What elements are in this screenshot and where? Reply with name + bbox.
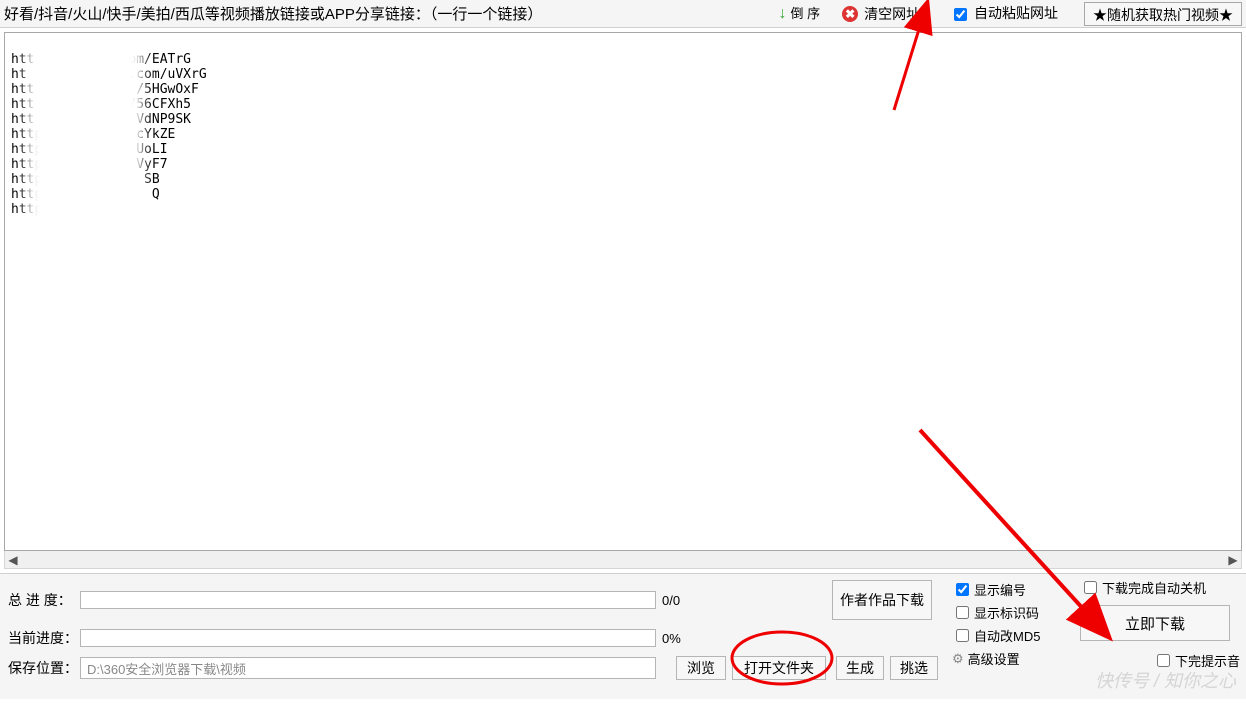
auto-paste-label: 自动粘贴网址 xyxy=(974,5,1058,21)
shutdown-checkbox[interactable]: 下载完成自动关机 xyxy=(1080,578,1240,597)
total-progress-bar xyxy=(80,591,656,609)
random-hot-button[interactable]: ★随机获取热门视频★ xyxy=(1084,2,1242,26)
open-folder-button[interactable]: 打开文件夹 xyxy=(732,656,826,680)
sound-checkbox[interactable]: 下完提示音 xyxy=(1080,651,1240,670)
author-works-button[interactable]: 作者作品下载 xyxy=(832,580,932,620)
current-progress-label: 当前进度： xyxy=(8,628,80,648)
total-progress-value: 0/0 xyxy=(662,593,702,608)
advanced-settings-link[interactable]: ⚙高级设置 xyxy=(952,649,1040,668)
horizontal-scrollbar[interactable]: ◀ ▶ xyxy=(4,551,1242,569)
clear-url-label[interactable]: 清空网址 xyxy=(864,4,920,24)
input-hint-title: 好看/抖音/火山/快手/美拍/西瓜等视频播放链接或APP分享链接：（一行一个链接… xyxy=(4,3,542,24)
options-group: 显示编号 显示标识码 自动改MD5 ⚙高级设置 xyxy=(952,580,1040,668)
generate-button[interactable]: 生成 xyxy=(836,656,884,680)
show-id-checkbox[interactable]: 显示标识码 xyxy=(952,603,1040,622)
auto-md5-checkbox[interactable]: 自动改MD5 xyxy=(952,626,1040,645)
right-actions: 下载完成自动关机 立即下载 下完提示音 xyxy=(1080,578,1240,678)
reverse-icon[interactable]: ↓ xyxy=(778,5,786,23)
pick-button[interactable]: 挑选 xyxy=(890,656,938,680)
reverse-label[interactable]: 倒 序 xyxy=(790,8,820,19)
start-download-button[interactable]: 立即下载 xyxy=(1080,605,1230,641)
save-path-input[interactable] xyxy=(80,657,656,679)
show-number-checkbox[interactable]: 显示编号 xyxy=(952,580,1040,599)
current-progress-value: 0% xyxy=(662,631,702,646)
current-progress-bar xyxy=(80,629,656,647)
auto-paste-check[interactable] xyxy=(954,8,967,21)
bottom-panel: 总 进 度： 0/0 作者作品下载 当前进度： 0% 保存位置： 浏览 打开文件… xyxy=(0,573,1246,699)
save-path-label: 保存位置： xyxy=(8,658,80,678)
scroll-left-arrow[interactable]: ◀ xyxy=(5,553,21,567)
scroll-right-arrow[interactable]: ▶ xyxy=(1225,553,1241,567)
url-input-area[interactable]: htt k.com/EATrG ht x. .com/uVXrG htt / /… xyxy=(4,32,1242,551)
gear-icon: ⚙ xyxy=(952,651,964,667)
browse-button[interactable]: 浏览 xyxy=(676,656,726,680)
auto-paste-checkbox[interactable]: 自动粘贴网址 xyxy=(950,3,1058,24)
url-blur-overlay xyxy=(27,33,143,243)
top-toolbar: 好看/抖音/火山/快手/美拍/西瓜等视频播放链接或APP分享链接：（一行一个链接… xyxy=(0,0,1246,28)
clear-icon[interactable]: ✖ xyxy=(842,6,858,22)
total-progress-label: 总 进 度： xyxy=(8,590,80,610)
